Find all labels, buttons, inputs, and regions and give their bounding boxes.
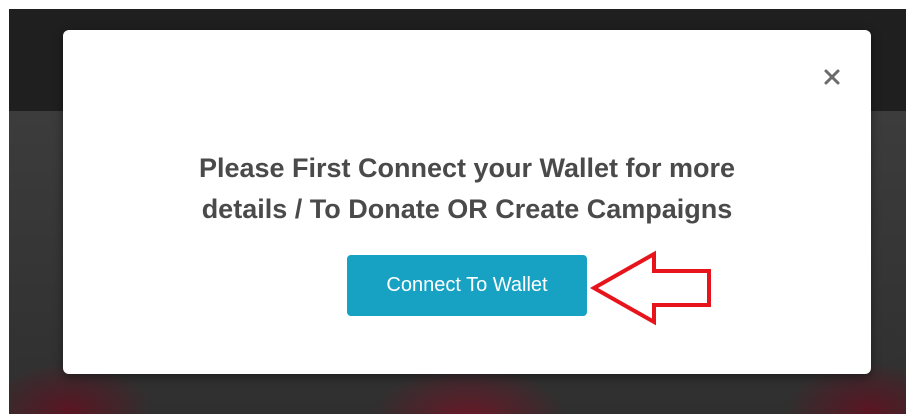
connect-wallet-modal: Please First Connect your Wallet for mor… [63, 30, 871, 374]
close-icon [824, 69, 840, 85]
connect-to-wallet-button[interactable]: Connect To Wallet [347, 255, 587, 316]
close-button[interactable] [821, 66, 843, 88]
modal-message-line-2: details / To Donate OR Create Campaigns [201, 194, 733, 224]
modal-message: Please First Connect your Wallet for mor… [103, 148, 831, 230]
modal-message-line-1: Please First Connect your Wallet for mor… [198, 153, 736, 183]
